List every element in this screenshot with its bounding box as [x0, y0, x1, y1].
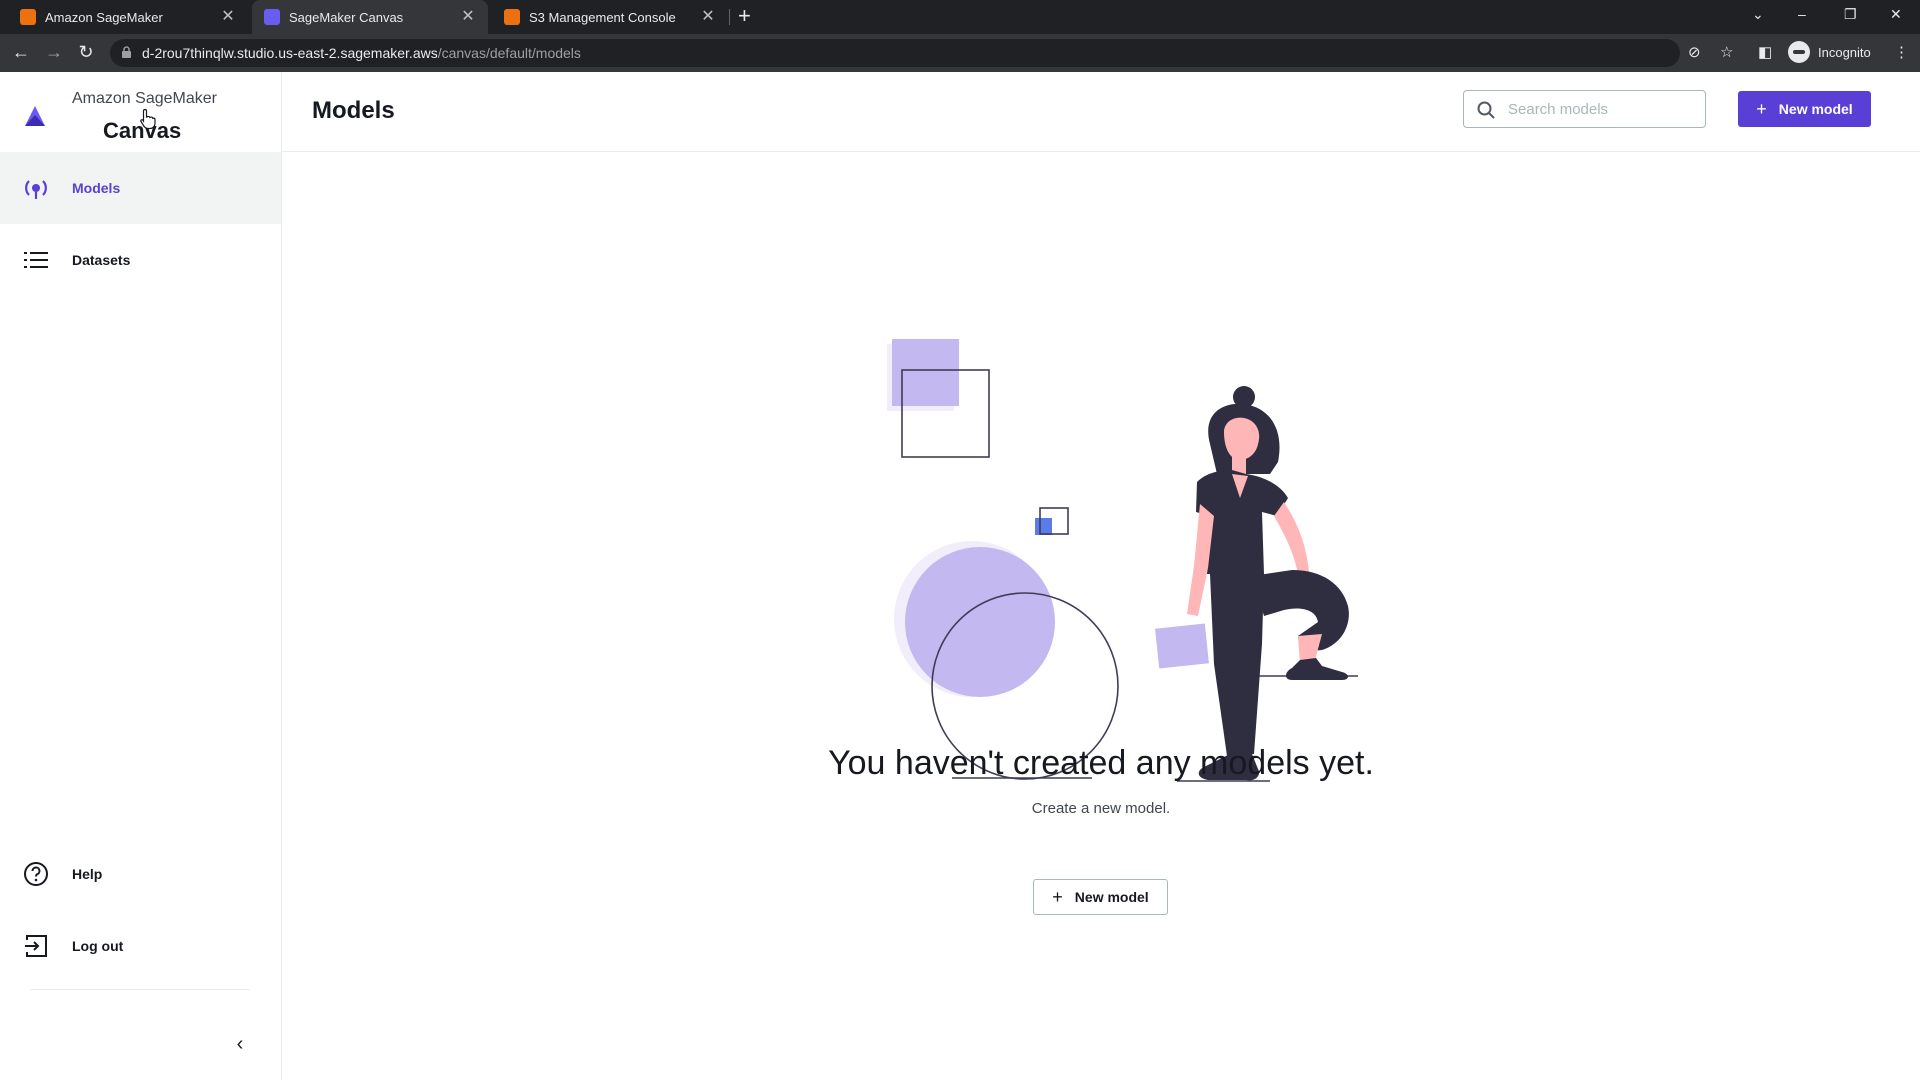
- canvas-logo-icon: [25, 106, 45, 126]
- blue-square-shape: [1035, 518, 1052, 535]
- url-text: d-2rou7thinqlw.studio.us-east-2.sagemake…: [142, 45, 581, 61]
- tab-separator: [729, 9, 730, 25]
- close-icon[interactable]: ✕: [700, 9, 716, 25]
- more-vert-icon[interactable]: ⋮: [1894, 44, 1909, 62]
- models-icon: [22, 174, 50, 202]
- tab-title: S3 Management Console: [529, 9, 676, 25]
- main-content: Models + New model: [282, 72, 1920, 1080]
- page-header: Models + New model: [282, 72, 1920, 152]
- tab-title: SageMaker Canvas: [289, 9, 404, 25]
- sidebar-item-logout[interactable]: Log out: [0, 910, 281, 982]
- tab-title: Amazon SageMaker: [45, 9, 163, 25]
- browser-tab-s3-management-console[interactable]: S3 Management Console ✕: [492, 0, 728, 34]
- aws-favicon-icon: [504, 9, 520, 25]
- empty-state-new-model-button[interactable]: + New model: [1033, 879, 1168, 915]
- empty-state-title: You haven't created any models yet.: [828, 744, 1374, 782]
- sidebar-item-label: Help: [72, 866, 103, 882]
- url-path: /canvas/default/models: [437, 45, 581, 61]
- tab-search-chevron-icon[interactable]: ⌄: [1752, 6, 1764, 23]
- browser-tab-sagemaker-canvas[interactable]: SageMaker Canvas ✕: [252, 0, 488, 34]
- sidebar-item-label: Models: [72, 180, 121, 196]
- sidebar-item-datasets[interactable]: Datasets: [0, 224, 281, 296]
- chevron-left-icon[interactable]: ‹: [228, 1032, 252, 1056]
- sidebar: Amazon SageMaker Canvas Models Datasets: [0, 72, 282, 1080]
- window-close-icon[interactable]: ✕: [1890, 6, 1902, 23]
- forward-arrow-icon[interactable]: →: [43, 42, 65, 62]
- canvas-favicon-icon: [264, 9, 280, 25]
- eye-off-icon[interactable]: ⊘: [1688, 44, 1701, 62]
- browser-toolbar: ← → ↻ d-2rou7thinqlw.studio.us-east-2.sa…: [0, 34, 1920, 72]
- reload-icon[interactable]: ↻: [75, 42, 97, 62]
- side-panel-icon[interactable]: ◧: [1758, 44, 1772, 62]
- sidebar-item-label: Log out: [72, 938, 124, 954]
- address-bar[interactable]: d-2rou7thinqlw.studio.us-east-2.sagemake…: [110, 39, 1680, 67]
- close-icon[interactable]: ✕: [220, 9, 236, 25]
- logout-icon: [22, 932, 50, 960]
- new-tab-plus-icon[interactable]: +: [738, 5, 751, 27]
- sidebar-item-help[interactable]: Help: [0, 838, 281, 910]
- plus-icon: +: [1756, 99, 1767, 119]
- list-icon: [22, 246, 50, 274]
- new-model-button[interactable]: + New model: [1738, 91, 1871, 127]
- url-host: d-2rou7thinqlw.studio.us-east-2.sagemake…: [142, 45, 438, 61]
- sidebar-divider: [30, 989, 250, 990]
- new-model-button-label: New model: [1778, 101, 1853, 117]
- search-input[interactable]: [1508, 99, 1693, 119]
- search-models-field[interactable]: [1463, 90, 1706, 128]
- empty-state-subtitle: Create a new model.: [1031, 800, 1171, 817]
- close-icon[interactable]: ✕: [460, 9, 476, 25]
- lavender-circle-shape: [905, 547, 1055, 697]
- hand-cursor-icon: [140, 108, 156, 130]
- profile-label: Incognito: [1818, 44, 1871, 60]
- person-figure: [1155, 386, 1358, 782]
- page-title: Models: [312, 97, 395, 124]
- empty-state-illustration: [887, 339, 1358, 782]
- incognito-profile[interactable]: Incognito: [1788, 41, 1871, 63]
- minimize-icon[interactable]: –: [1798, 6, 1806, 22]
- incognito-icon: [1788, 41, 1810, 63]
- new-model-button-label: New model: [1074, 889, 1149, 905]
- aws-favicon-icon: [20, 9, 36, 25]
- lock-icon: [122, 46, 131, 58]
- sidebar-item-models[interactable]: Models: [0, 152, 281, 224]
- browser-tab-amazon-sagemaker[interactable]: Amazon SageMaker ✕: [8, 0, 248, 34]
- browser-tab-bar: Amazon SageMaker ✕ SageMaker Canvas ✕ S3…: [0, 0, 1920, 34]
- restore-icon[interactable]: ❐: [1844, 6, 1857, 23]
- plus-icon: +: [1052, 887, 1063, 907]
- star-icon[interactable]: ☆: [1720, 44, 1733, 62]
- help-icon: [22, 860, 50, 888]
- sidebar-item-label: Datasets: [72, 252, 131, 268]
- brand-subtitle: Amazon SageMaker: [72, 90, 217, 107]
- back-arrow-icon[interactable]: ←: [10, 42, 32, 62]
- search-icon: [1477, 101, 1495, 119]
